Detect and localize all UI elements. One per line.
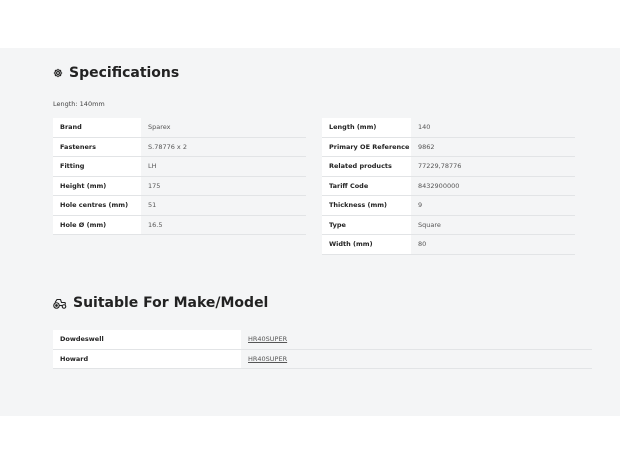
suitable-table: Dowdeswell HR40SUPER Howard HR40SUPER [53, 330, 592, 369]
suitable-title: Suitable For Make/Model [73, 295, 269, 311]
table-row: Hole Ø (mm) 16.5 [53, 215, 306, 235]
table-row: Height (mm) 175 [53, 176, 306, 196]
row-value: 51 [141, 195, 306, 216]
row-label: Fitting [53, 156, 141, 177]
row-value: 175 [141, 176, 306, 196]
specifications-title: Specifications [69, 65, 180, 81]
row-label: Type [322, 215, 411, 235]
table-row: Type Square [322, 215, 575, 235]
row-label: Brand [53, 118, 141, 138]
table-row: Width (mm) 80 [322, 234, 575, 255]
row-label: Howard [53, 349, 241, 369]
row-value: Sparex [141, 118, 306, 138]
model-link[interactable]: HR40SUPER [248, 355, 287, 363]
row-label: Hole Ø (mm) [53, 215, 141, 235]
table-row: Tariff Code 8432900000 [322, 176, 575, 196]
row-label: Tariff Code [322, 176, 411, 196]
row-label: Primary OE Reference [322, 137, 411, 157]
row-label: Related products [322, 156, 411, 177]
row-value: LH [141, 156, 306, 177]
row-label: Width (mm) [322, 234, 411, 255]
row-label: Height (mm) [53, 176, 141, 196]
row-label: Length (mm) [322, 118, 411, 138]
row-value: 9862 [411, 137, 575, 157]
table-row: Dowdeswell HR40SUPER [53, 330, 592, 350]
table-row: Hole centres (mm) 51 [53, 195, 306, 216]
row-value: 77229,78776 [411, 156, 575, 177]
tractor-icon [53, 298, 67, 309]
specifications-heading: Specifications [53, 65, 179, 81]
table-row: Thickness (mm) 9 [322, 195, 575, 216]
model-cell: HR40SUPER [241, 349, 592, 369]
model-cell: HR40SUPER [241, 330, 592, 350]
row-value: 16.5 [141, 215, 306, 235]
row-value: 140 [411, 118, 575, 138]
row-label: Hole centres (mm) [53, 195, 141, 216]
row-label: Fasteners [53, 137, 141, 157]
row-value: 8432900000 [411, 176, 575, 196]
row-label: Thickness (mm) [322, 195, 411, 216]
row-value: S.78776 x 2 [141, 137, 306, 157]
suitable-heading: Suitable For Make/Model [53, 295, 268, 311]
table-row: Primary OE Reference 9862 [322, 137, 575, 157]
row-value: 9 [411, 195, 575, 216]
table-row: Fasteners S.78776 x 2 [53, 137, 306, 157]
row-value: Square [411, 215, 575, 235]
table-row: Brand Sparex [53, 118, 306, 138]
gear-icon [53, 68, 63, 78]
spec-table-left: Brand Sparex Fasteners S.78776 x 2 Fitting LH… [53, 118, 306, 235]
table-row: Howard HR40SUPER [53, 349, 592, 369]
row-label: Dowdeswell [53, 330, 241, 350]
table-row: Length (mm) 140 [322, 118, 575, 138]
model-link[interactable]: HR40SUPER [248, 335, 287, 343]
length-note: Length: 140mm [53, 100, 105, 108]
row-value: 80 [411, 234, 575, 255]
table-row: Related products 77229,78776 [322, 156, 575, 177]
table-row: Fitting LH [53, 156, 306, 177]
spec-table-right: Length (mm) 140 Primary OE Reference 9862 Re… [322, 118, 575, 255]
